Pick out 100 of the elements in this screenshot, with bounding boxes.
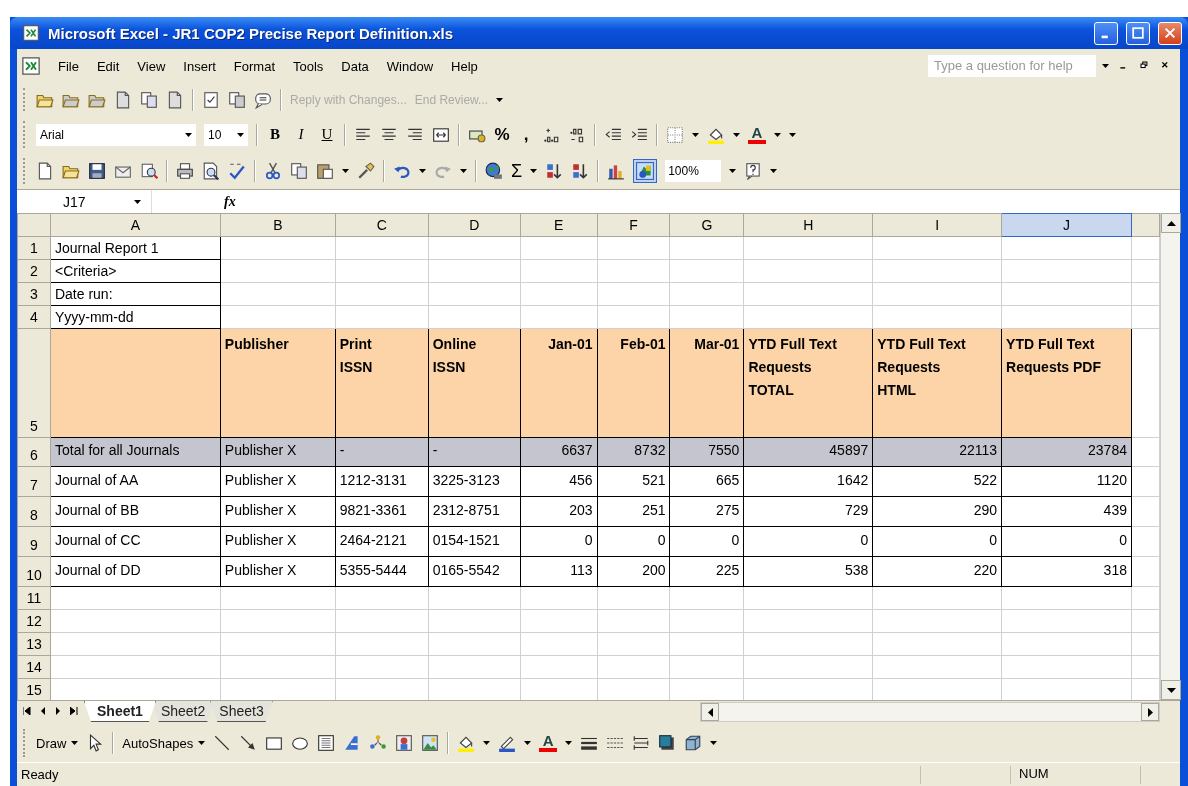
last-sheet-icon[interactable] [70, 707, 78, 715]
font-color-button[interactable]: A [539, 734, 558, 752]
scroll-up-button[interactable] [1161, 213, 1181, 233]
merge-center-icon[interactable] [432, 125, 450, 144]
maximize-icon[interactable] [1131, 26, 1145, 40]
column-header[interactable]: B [220, 213, 336, 237]
menu-item[interactable]: Window [377, 55, 443, 77]
column-header[interactable]: H [743, 213, 873, 237]
print-icon[interactable] [176, 162, 194, 180]
row-header[interactable]: 10 [17, 556, 51, 587]
comment-icon[interactable] [254, 90, 272, 109]
maximize-button[interactable] [1126, 21, 1150, 45]
line-icon[interactable] [213, 734, 232, 752]
row-header[interactable]: 11 [17, 586, 51, 610]
menu-item[interactable]: File [49, 55, 88, 77]
caret-icon[interactable] [1102, 64, 1109, 68]
column-header[interactable]: F [597, 213, 670, 237]
caret-icon[interactable] [524, 741, 532, 745]
menu-item[interactable]: Data [332, 55, 378, 77]
column-header[interactable]: G [670, 213, 744, 237]
caret-icon[interactable] [789, 132, 796, 137]
caret-icon[interactable] [774, 132, 781, 137]
row-header[interactable]: 13 [17, 632, 51, 656]
caret-icon[interactable] [342, 169, 349, 173]
column-header[interactable]: D [428, 213, 521, 237]
menu-item[interactable]: Edit [87, 55, 129, 77]
next-sheet-icon[interactable] [55, 707, 61, 715]
drawing-button[interactable] [633, 159, 658, 183]
caret-icon[interactable] [134, 199, 141, 204]
checklist-icon[interactable] [202, 90, 220, 109]
column-header[interactable]: C [335, 213, 429, 237]
font-size-field[interactable]: 10 [204, 123, 248, 146]
sheet-tab[interactable]: Sheet1 [84, 701, 156, 722]
new-document-icon[interactable] [36, 162, 54, 180]
paste-icon[interactable] [316, 162, 334, 180]
left-arrow-icon[interactable] [707, 707, 713, 717]
shadow-icon[interactable] [658, 734, 677, 752]
autoshapes-menu-button[interactable]: AutoShapes [122, 735, 206, 751]
font-field[interactable]: Arial [36, 123, 196, 146]
3d-style-icon[interactable] [684, 734, 703, 752]
row-header[interactable]: 12 [17, 609, 51, 633]
scroll-right-button[interactable] [1141, 703, 1159, 721]
first-sheet-icon[interactable] [23, 707, 31, 715]
column-header[interactable]: E [520, 213, 598, 237]
draw-menu-button[interactable]: Draw [36, 735, 79, 751]
rectangle-icon[interactable] [265, 734, 284, 752]
row-header[interactable]: 14 [17, 655, 51, 679]
arrow-style-icon[interactable] [632, 734, 651, 752]
column-header[interactable]: I [872, 213, 1002, 237]
row-header[interactable]: 15 [17, 678, 51, 700]
menu-item[interactable]: Insert [174, 55, 225, 77]
caret-icon[interactable] [733, 132, 740, 137]
menu-item[interactable]: Help [442, 55, 487, 77]
caret-icon[interactable] [460, 169, 467, 173]
close-button[interactable] [1158, 21, 1182, 45]
document-icon[interactable] [114, 90, 132, 109]
bold-button[interactable]: B [266, 126, 284, 143]
sheet-tab[interactable]: Sheet3 [210, 701, 273, 722]
row-header[interactable]: 9 [17, 526, 51, 557]
spreadsheet-icon[interactable] [21, 56, 41, 76]
minimize-button[interactable] [1094, 21, 1118, 45]
zoom-field[interactable]: 100% [665, 160, 722, 182]
caret-icon[interactable] [496, 97, 504, 102]
caret-icon[interactable] [565, 741, 573, 745]
menu-item[interactable]: Tools [284, 55, 333, 77]
copy-icon[interactable] [140, 90, 158, 109]
sort-ascending-icon[interactable] [545, 162, 564, 180]
document-icon[interactable] [166, 90, 184, 109]
row-header[interactable]: 2 [17, 259, 51, 283]
clip-art-icon[interactable] [395, 734, 414, 752]
diagram-icon[interactable] [369, 734, 388, 752]
autosum-button[interactable]: Σ [511, 160, 523, 182]
save-icon[interactable] [88, 162, 106, 180]
caret-icon[interactable] [185, 132, 192, 137]
borders-icon[interactable] [666, 125, 684, 144]
caret-icon[interactable] [692, 132, 699, 137]
caret-icon[interactable] [710, 741, 718, 745]
caret-icon[interactable] [198, 741, 206, 745]
previous-sheet-icon[interactable] [40, 707, 46, 715]
caret-icon[interactable] [530, 169, 538, 173]
line-color-icon[interactable] [498, 734, 517, 752]
italic-button[interactable]: I [292, 126, 310, 143]
comma-style-button[interactable]: , [518, 124, 534, 145]
oval-icon[interactable] [291, 734, 310, 752]
caret-icon[interactable] [419, 169, 426, 173]
image-icon[interactable] [421, 734, 440, 752]
column-header[interactable]: A [50, 213, 221, 237]
row-header[interactable]: 6 [17, 437, 51, 467]
percent-button[interactable]: % [494, 124, 510, 145]
spreadsheet-icon[interactable] [22, 24, 40, 42]
row-header[interactable]: 4 [17, 305, 51, 329]
copy-icon[interactable] [290, 162, 308, 180]
row-header[interactable]: 5 [17, 328, 51, 438]
menu-item[interactable]: View [128, 55, 175, 77]
arrow-icon[interactable] [239, 734, 258, 752]
sort-descending-icon[interactable] [571, 162, 590, 180]
fill-color-icon[interactable] [457, 734, 476, 752]
text-box-icon[interactable] [317, 734, 336, 752]
insert-function-button[interactable]: fx [224, 193, 236, 210]
globe-icon[interactable] [485, 162, 503, 180]
